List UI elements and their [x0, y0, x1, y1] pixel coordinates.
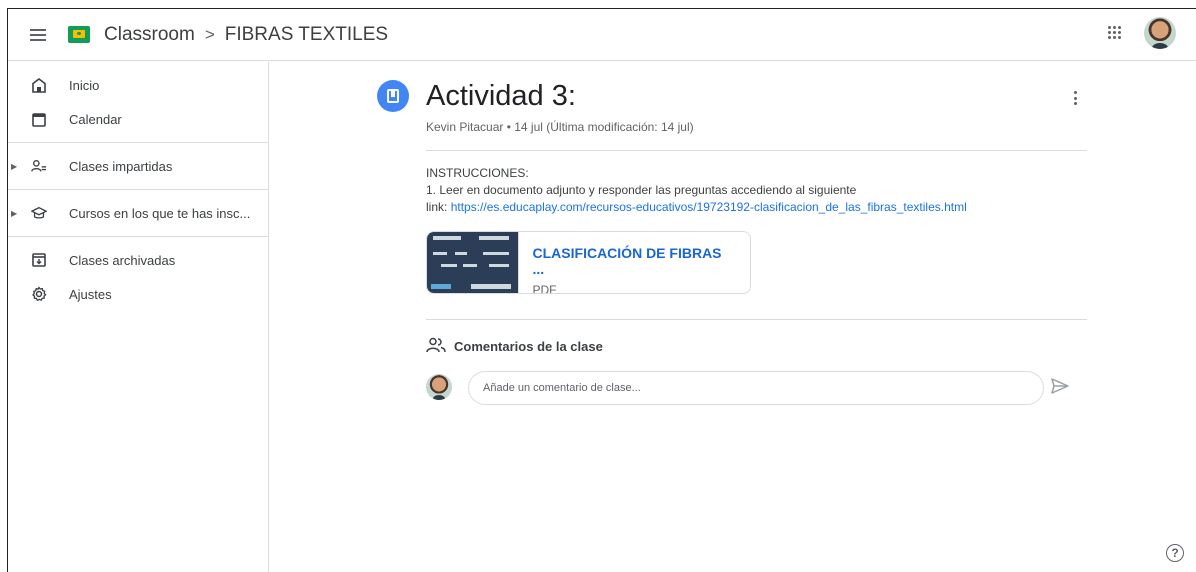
breadcrumb-separator: >: [204, 24, 215, 44]
google-apps-icon[interactable]: [1108, 26, 1122, 40]
expand-caret-icon[interactable]: ▶: [11, 209, 17, 218]
home-icon: [31, 77, 47, 93]
sidebar-item-calendar[interactable]: Calendar: [8, 102, 268, 136]
help-icon[interactable]: ?: [1166, 544, 1184, 562]
settings-icon: [31, 286, 47, 302]
breadcrumb: Classroom > FIBRAS TEXTILES: [104, 24, 388, 46]
assignment-icon: [377, 80, 409, 112]
sidebar-item-cursos-inscrito[interactable]: ▶ Cursos en los que te has insc...: [8, 196, 268, 230]
post-title: Actividad 3:: [426, 80, 576, 112]
school-icon: [31, 205, 47, 221]
teacher-icon: [31, 158, 47, 174]
archive-icon: [31, 252, 47, 268]
sidebar-item-label: Inicio: [69, 77, 100, 93]
people-icon: [426, 337, 446, 356]
post-instructions: INSTRUCCIONES: 1. Leer en documento adju…: [426, 165, 1086, 216]
link-prefix: link:: [426, 200, 451, 214]
sidebar-item-label: Calendar: [69, 111, 122, 127]
account-avatar[interactable]: [1144, 17, 1176, 49]
instructions-heading: INSTRUCCIONES:: [426, 166, 529, 180]
post-meta: Kevin Pitacuar • 14 jul (Última modifica…: [426, 120, 694, 134]
sidebar: Inicio Calendar ▶ Clases impartidas ▶ Cu…: [8, 62, 269, 572]
attachment-title[interactable]: CLASIFICACIÓN DE FIBRAS ...: [533, 245, 736, 277]
class-comments-heading: Comentarios de la clase: [426, 337, 603, 356]
divider: [426, 319, 1087, 320]
sidebar-item-clases-impartidas[interactable]: ▶ Clases impartidas: [8, 149, 268, 183]
attachment-type: PDF: [532, 283, 557, 294]
sidebar-item-label: Clases impartidas: [69, 158, 173, 174]
attachment-card[interactable]: CLASIFICACIÓN DE FIBRAS ... PDF: [426, 231, 751, 294]
comment-input[interactable]: [468, 371, 1044, 405]
sidebar-item-label: Cursos en los que te has insc...: [69, 205, 251, 221]
instructions-line: 1. Leer en documento adjunto y responder…: [426, 183, 857, 197]
comments-heading-label: Comentarios de la clase: [454, 339, 603, 354]
expand-caret-icon[interactable]: ▶: [11, 162, 17, 171]
sidebar-item-ajustes[interactable]: Ajustes: [8, 277, 268, 311]
sidebar-item-label: Ajustes: [69, 286, 112, 302]
sidebar-item-inicio[interactable]: Inicio: [8, 68, 268, 102]
course-name[interactable]: FIBRAS TEXTILES: [225, 24, 388, 46]
sidebar-item-clases-archivadas[interactable]: Clases archivadas: [8, 243, 268, 277]
send-icon[interactable]: [1051, 378, 1069, 399]
sidebar-item-label: Clases archivadas: [69, 252, 176, 268]
main-content: Actividad 3: Kevin Pitacuar • 14 jul (Úl…: [270, 62, 1196, 572]
user-avatar: [426, 374, 452, 400]
calendar-icon: [31, 111, 47, 127]
app-name[interactable]: Classroom: [104, 24, 195, 46]
main-menu-button[interactable]: [28, 25, 48, 45]
top-bar: Classroom > FIBRAS TEXTILES: [8, 9, 1196, 61]
more-options-icon[interactable]: [1067, 88, 1083, 108]
divider: [426, 150, 1087, 151]
classroom-logo-icon[interactable]: [68, 26, 90, 43]
attachment-thumbnail: [427, 232, 519, 293]
educaplay-link[interactable]: https://es.educaplay.com/recursos-educat…: [451, 200, 967, 214]
